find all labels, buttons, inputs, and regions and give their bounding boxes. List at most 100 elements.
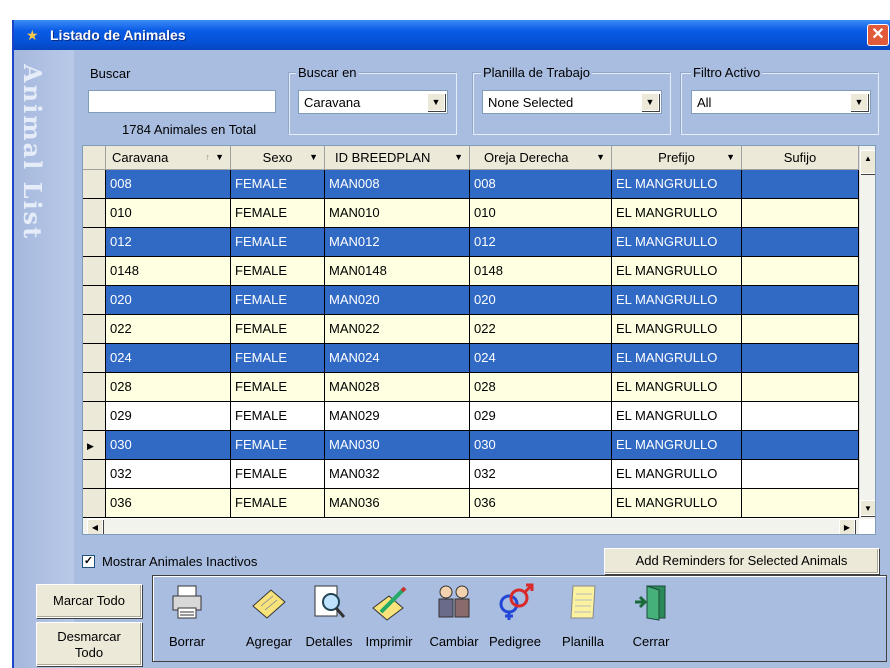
animals-grid[interactable]: Caravana ↑ ▼ Sexo ▼ ID BREEDPLAN ▼ Oreja… <box>82 145 876 535</box>
cell-id[interactable]: MAN012 <box>325 228 470 257</box>
imprimir-button[interactable]: Imprimir <box>359 576 419 661</box>
table-row[interactable]: 0148 FEMALE MAN0148 0148 EL MANGRULLO <box>83 257 859 286</box>
row-selector[interactable] <box>83 460 106 489</box>
cell-id[interactable]: MAN024 <box>325 344 470 373</box>
cell-sexo[interactable]: FEMALE <box>231 286 325 315</box>
cell-id[interactable]: MAN030 <box>325 431 470 460</box>
cell-caravana[interactable]: 032 <box>106 460 231 489</box>
cell-caravana[interactable]: 022 <box>106 315 231 344</box>
cell-prefijo[interactable]: EL MANGRULLO <box>612 170 742 199</box>
row-selector[interactable] <box>83 373 106 402</box>
filter-dropdown-icon[interactable]: ▼ <box>215 146 224 169</box>
cambiar-button[interactable]: Cambiar <box>425 576 483 661</box>
cell-id[interactable]: MAN029 <box>325 402 470 431</box>
cell-id[interactable]: MAN020 <box>325 286 470 315</box>
cell-sufijo[interactable] <box>742 170 859 199</box>
cell-caravana[interactable]: 030 <box>106 431 231 460</box>
scroll-right-button[interactable]: ▶ <box>839 519 855 534</box>
buscar-en-select[interactable]: Caravana ▼ <box>298 90 448 114</box>
title-bar[interactable]: ★ Listado de Animales ✕ <box>14 20 890 50</box>
row-selector[interactable] <box>83 489 106 518</box>
cell-caravana[interactable]: 024 <box>106 344 231 373</box>
row-selector[interactable] <box>83 257 106 286</box>
cell-prefijo[interactable]: EL MANGRULLO <box>612 373 742 402</box>
cell-sufijo[interactable] <box>742 431 859 460</box>
cell-id[interactable]: MAN036 <box>325 489 470 518</box>
cell-prefijo[interactable]: EL MANGRULLO <box>612 431 742 460</box>
row-selector[interactable]: ▶ <box>83 431 106 460</box>
cell-sexo[interactable]: FEMALE <box>231 373 325 402</box>
cell-oreja[interactable]: 032 <box>470 460 612 489</box>
column-header-id-breedplan[interactable]: ID BREEDPLAN ▼ <box>325 146 470 170</box>
cell-oreja[interactable]: 024 <box>470 344 612 373</box>
chevron-down-icon[interactable]: ▼ <box>641 93 659 111</box>
table-row[interactable]: 022 FEMALE MAN022 022 EL MANGRULLO <box>83 315 859 344</box>
cell-oreja[interactable]: 010 <box>470 199 612 228</box>
column-header-sufijo[interactable]: Sufijo <box>742 146 859 170</box>
filter-dropdown-icon[interactable]: ▼ <box>726 146 735 169</box>
column-header-caravana[interactable]: Caravana ↑ ▼ <box>106 146 231 170</box>
cell-prefijo[interactable]: EL MANGRULLO <box>612 286 742 315</box>
row-selector[interactable] <box>83 170 106 199</box>
cell-id[interactable]: MAN028 <box>325 373 470 402</box>
cell-caravana[interactable]: 028 <box>106 373 231 402</box>
row-selector[interactable] <box>83 199 106 228</box>
add-reminders-button[interactable]: Add Reminders for Selected Animals <box>604 548 879 574</box>
cell-prefijo[interactable]: EL MANGRULLO <box>612 315 742 344</box>
desmarcar-todo-button[interactable]: Desmarcar Todo <box>36 622 142 666</box>
cell-sufijo[interactable] <box>742 460 859 489</box>
cell-oreja[interactable]: 036 <box>470 489 612 518</box>
table-row[interactable]: 028 FEMALE MAN028 028 EL MANGRULLO <box>83 373 859 402</box>
cell-caravana[interactable]: 010 <box>106 199 231 228</box>
agregar-button[interactable]: Agregar <box>241 576 297 661</box>
planilla-select[interactable]: None Selected ▼ <box>482 90 662 114</box>
scroll-left-button[interactable]: ◀ <box>87 519 103 534</box>
chevron-down-icon[interactable]: ▼ <box>850 93 868 111</box>
pedigree-button[interactable]: Pedigree <box>483 576 547 661</box>
filter-dropdown-icon[interactable]: ▼ <box>454 146 463 169</box>
cell-sexo[interactable]: FEMALE <box>231 257 325 286</box>
scroll-down-button[interactable]: ▼ <box>860 500 875 516</box>
filter-dropdown-icon[interactable]: ▼ <box>309 146 318 169</box>
marcar-todo-button[interactable]: Marcar Todo <box>36 584 142 618</box>
cell-sexo[interactable]: FEMALE <box>231 431 325 460</box>
cell-caravana[interactable]: 036 <box>106 489 231 518</box>
cell-sufijo[interactable] <box>742 228 859 257</box>
column-header-sexo[interactable]: Sexo ▼ <box>231 146 325 170</box>
borrar-button[interactable]: Borrar <box>159 576 215 661</box>
cell-caravana[interactable]: 020 <box>106 286 231 315</box>
cell-sexo[interactable]: FEMALE <box>231 402 325 431</box>
cell-sexo[interactable]: FEMALE <box>231 460 325 489</box>
row-selector[interactable] <box>83 315 106 344</box>
scroll-up-button[interactable]: ▲ <box>860 150 875 174</box>
cell-sufijo[interactable] <box>742 373 859 402</box>
planilla-button[interactable]: Planilla <box>553 576 613 661</box>
cell-prefijo[interactable]: EL MANGRULLO <box>612 402 742 431</box>
cell-oreja[interactable]: 029 <box>470 402 612 431</box>
cell-sexo[interactable]: FEMALE <box>231 199 325 228</box>
table-row[interactable]: 036 FEMALE MAN036 036 EL MANGRULLO <box>83 489 859 518</box>
filter-dropdown-icon[interactable]: ▼ <box>596 146 605 169</box>
cell-prefijo[interactable]: EL MANGRULLO <box>612 489 742 518</box>
table-row[interactable]: 010 FEMALE MAN010 010 EL MANGRULLO <box>83 199 859 228</box>
cell-id[interactable]: MAN032 <box>325 460 470 489</box>
row-selector[interactable] <box>83 402 106 431</box>
cell-sufijo[interactable] <box>742 344 859 373</box>
cell-prefijo[interactable]: EL MANGRULLO <box>612 199 742 228</box>
table-row[interactable]: 029 FEMALE MAN029 029 EL MANGRULLO <box>83 402 859 431</box>
cell-oreja[interactable]: 012 <box>470 228 612 257</box>
cerrar-button[interactable]: Cerrar <box>621 576 681 661</box>
cell-caravana[interactable]: 0148 <box>106 257 231 286</box>
cell-sufijo[interactable] <box>742 402 859 431</box>
cell-oreja[interactable]: 030 <box>470 431 612 460</box>
cell-sufijo[interactable] <box>742 199 859 228</box>
table-row[interactable]: 032 FEMALE MAN032 032 EL MANGRULLO <box>83 460 859 489</box>
cell-oreja[interactable]: 020 <box>470 286 612 315</box>
cell-id[interactable]: MAN008 <box>325 170 470 199</box>
cell-id[interactable]: MAN010 <box>325 199 470 228</box>
cell-sexo[interactable]: FEMALE <box>231 344 325 373</box>
mostrar-inactivos-checkbox[interactable]: ✓ <box>82 555 95 568</box>
search-input[interactable] <box>88 90 276 113</box>
cell-oreja[interactable]: 0148 <box>470 257 612 286</box>
cell-caravana[interactable]: 029 <box>106 402 231 431</box>
